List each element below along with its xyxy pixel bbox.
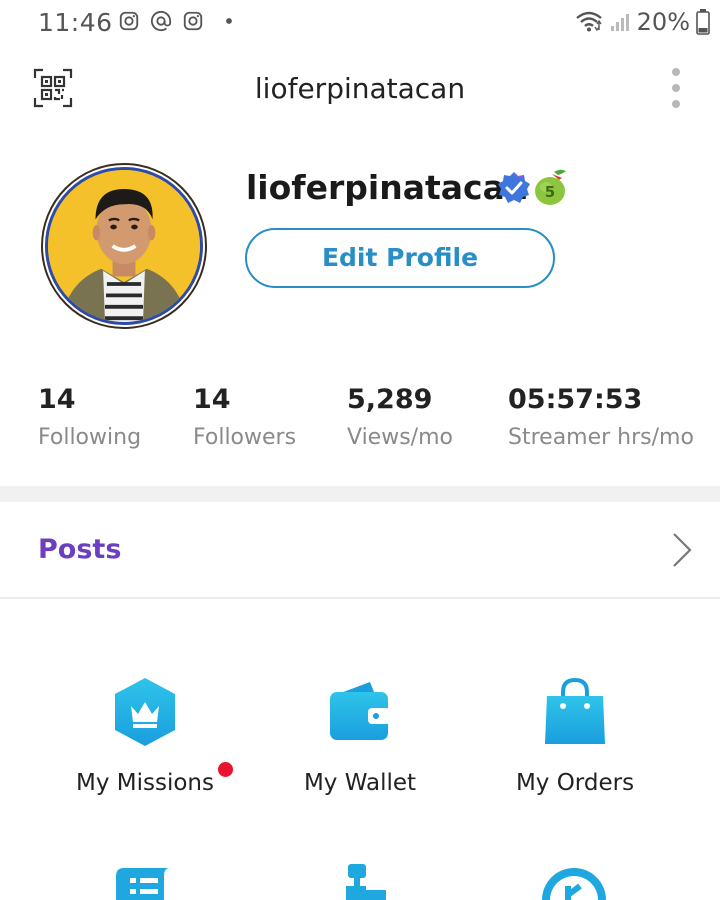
- app-header: lioferpinatacan: [0, 56, 720, 120]
- stat-label: Following: [38, 425, 142, 450]
- wifi-icon: [575, 11, 602, 32]
- stat-value: 14: [38, 384, 76, 415]
- level-badge-number: 5: [545, 183, 555, 201]
- menu-label: My Orders: [515, 770, 635, 796]
- avatar[interactable]: [41, 163, 207, 329]
- dot-icon: [226, 18, 232, 24]
- stat-streamer-hours: 05:57:53 Streamer hrs/mo: [508, 384, 694, 450]
- stat-views: 5,289 Views/mo: [347, 384, 453, 450]
- stat-following[interactable]: 14 Following: [38, 384, 141, 450]
- signal-icon: [610, 14, 629, 31]
- stat-label: Views/mo: [347, 425, 453, 450]
- shopping-bag-icon: [545, 677, 605, 744]
- chevron-right-icon: [673, 533, 692, 567]
- instagram-icon: [183, 11, 203, 31]
- section-divider: [0, 486, 720, 502]
- my-missions-button[interactable]: My Missions: [45, 676, 245, 796]
- k-coin-icon[interactable]: [538, 862, 610, 900]
- wallet-icon: [330, 682, 390, 740]
- more-dot-icon: [672, 84, 680, 92]
- status-bar: 11:46 20%: [0, 0, 720, 46]
- battery-percent: 20%: [636, 8, 690, 36]
- status-right: 20%: [575, 8, 710, 36]
- threads-icon: [150, 10, 172, 32]
- avatar-image: [45, 167, 203, 325]
- level-badge-icon: 5: [535, 169, 566, 205]
- posts-label: Posts: [38, 534, 122, 565]
- stat-value: 5,289: [347, 384, 433, 415]
- trophy-leaderboard-icon[interactable]: [324, 862, 396, 900]
- stat-label: Followers: [193, 425, 297, 450]
- instagram-icon: [119, 11, 139, 31]
- menu-label: My Wallet: [303, 770, 417, 796]
- stat-followers[interactable]: 14 Followers: [193, 384, 296, 450]
- battery-icon: [696, 9, 710, 35]
- more-options-button[interactable]: [664, 66, 688, 110]
- posts-row[interactable]: Posts: [0, 502, 720, 599]
- profile-username: lioferpinatacan: [246, 168, 529, 207]
- header-title: lioferpinatacan: [254, 72, 466, 105]
- profile-photo-icon: [48, 170, 200, 322]
- edit-profile-button[interactable]: Edit Profile: [245, 228, 555, 288]
- notification-icons: [118, 10, 236, 32]
- my-wallet-button[interactable]: My Wallet: [260, 676, 460, 796]
- status-time: 11:46: [38, 8, 113, 37]
- scroll-list-icon[interactable]: [110, 862, 182, 900]
- my-orders-button[interactable]: My Orders: [475, 676, 675, 796]
- stat-value: 05:57:53: [508, 384, 643, 415]
- stat-label: Streamer hrs/mo: [508, 425, 694, 450]
- more-dot-icon: [672, 100, 680, 108]
- more-dot-icon: [672, 68, 680, 76]
- verified-badge-icon: [498, 172, 530, 203]
- stat-value: 14: [193, 384, 231, 415]
- notification-dot: [218, 762, 233, 777]
- crown-hexagon-icon: [115, 678, 175, 746]
- menu-label: My Missions: [76, 770, 214, 796]
